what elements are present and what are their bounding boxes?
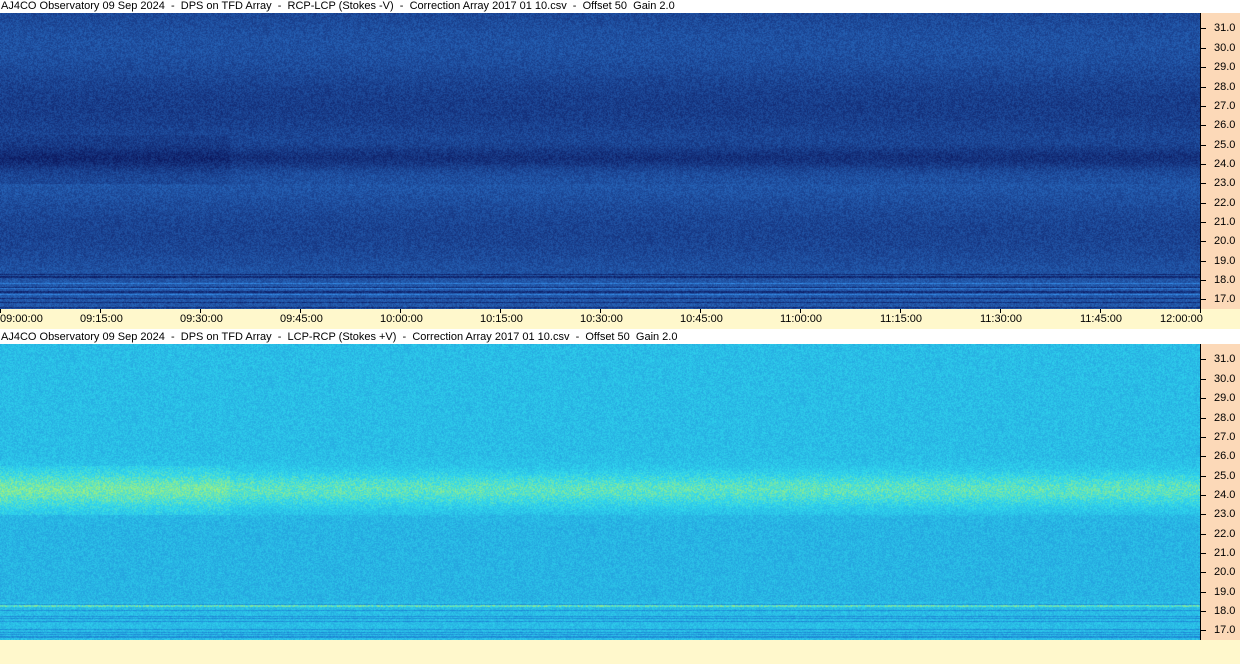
- y-tick-label: 22.0: [1214, 197, 1236, 209]
- y-tick: [1201, 592, 1206, 593]
- y-tick: [1201, 28, 1206, 29]
- panel-title-top: AJ4CO Observatory 09 Sep 2024 - DPS on T…: [0, 0, 1240, 13]
- y-tick: [1201, 553, 1206, 554]
- y-tick: [1201, 437, 1206, 438]
- x-tick-label: 11:30:00: [980, 313, 1023, 325]
- y-tick-label: 19.0: [1214, 255, 1236, 267]
- panel-title-bottom: AJ4CO Observatory 09 Sep 2024 - DPS on T…: [0, 331, 1240, 344]
- y-tick-label: 17.0: [1214, 293, 1236, 305]
- y-tick-label: 24.0: [1214, 158, 1236, 170]
- x-tick-label: 11:15:00: [880, 313, 923, 325]
- y-tick: [1201, 67, 1206, 68]
- y-tick: [1201, 495, 1206, 496]
- y-tick: [1201, 48, 1206, 49]
- y-tick-label: 23.0: [1214, 177, 1236, 189]
- y-tick: [1201, 476, 1206, 477]
- y-tick-label: 26.0: [1214, 119, 1236, 131]
- y-tick-label: 31.0: [1214, 22, 1236, 34]
- y-tick-label: 20.0: [1214, 235, 1236, 247]
- y-tick: [1201, 534, 1206, 535]
- y-tick-label: 23.0: [1214, 508, 1236, 520]
- y-tick-label: 28.0: [1214, 412, 1236, 424]
- y-tick: [1201, 379, 1206, 380]
- spectrogram-plot-bottom: [0, 344, 1200, 640]
- frequency-axis-bottom: 31.0 30.0 29.0 28.0 27.0 26.0 25.0 24.0 23.0 22.0…: [1200, 344, 1240, 640]
- y-tick-label: 18.0: [1214, 605, 1236, 617]
- spectrogram-image-bottom: [0, 344, 1200, 640]
- x-tick-label: 11:00:00: [780, 313, 823, 325]
- x-tick-label: 10:45:00: [680, 313, 723, 325]
- y-tick-label: 25.0: [1214, 139, 1236, 151]
- y-tick-label: 30.0: [1214, 42, 1236, 54]
- x-tick-label: 09:45:00: [280, 313, 323, 325]
- y-tick: [1201, 145, 1206, 146]
- y-tick-label: 18.0: [1214, 274, 1236, 286]
- y-tick-label: 19.0: [1214, 586, 1236, 598]
- y-tick-label: 22.0: [1214, 528, 1236, 540]
- y-tick: [1201, 630, 1206, 631]
- y-tick: [1201, 222, 1206, 223]
- y-tick-label: 31.0: [1214, 353, 1236, 365]
- y-tick: [1201, 261, 1206, 262]
- y-tick: [1201, 203, 1206, 204]
- time-axis-top: 09:00:00 09:15:00 09:30:00 09:45:00 10:00:00…: [0, 309, 1240, 329]
- y-tick: [1201, 280, 1206, 281]
- y-tick: [1201, 572, 1206, 573]
- y-tick-label: 26.0: [1214, 450, 1236, 462]
- y-tick-label: 27.0: [1214, 100, 1236, 112]
- x-tick-label: 09:15:00: [80, 313, 123, 325]
- y-tick-label: 29.0: [1214, 61, 1236, 73]
- y-tick-label: 28.0: [1214, 81, 1236, 93]
- y-tick: [1201, 611, 1206, 612]
- x-tick-label: 09:00:00: [0, 313, 43, 325]
- y-tick: [1201, 456, 1206, 457]
- y-tick: [1201, 241, 1206, 242]
- y-tick: [1201, 125, 1206, 126]
- y-tick-label: 24.0: [1214, 489, 1236, 501]
- spectrogram-panel-bottom: AJ4CO Observatory 09 Sep 2024 - DPS on T…: [0, 331, 1240, 641]
- y-tick-label: 20.0: [1214, 566, 1236, 578]
- y-tick: [1201, 299, 1206, 300]
- x-tick-label: 10:00:00: [380, 313, 423, 325]
- y-tick: [1201, 87, 1206, 88]
- y-tick-label: 29.0: [1214, 392, 1236, 404]
- spectrogram-image-top: [0, 13, 1200, 309]
- y-tick: [1201, 514, 1206, 515]
- y-tick: [1201, 183, 1206, 184]
- spectrogram-plot-top: [0, 13, 1200, 309]
- spectrogram-panel-top: AJ4CO Observatory 09 Sep 2024 - DPS on T…: [0, 0, 1240, 330]
- y-tick: [1201, 398, 1206, 399]
- x-tick-label: 09:30:00: [180, 313, 223, 325]
- frequency-axis-top: 31.0 30.0 29.0 28.0 27.0 26.0 25.0 24.0 23.0 22.0…: [1200, 13, 1240, 309]
- y-tick-label: 25.0: [1214, 470, 1236, 482]
- y-tick: [1201, 164, 1206, 165]
- y-tick-label: 21.0: [1214, 547, 1236, 559]
- y-tick-label: 27.0: [1214, 431, 1236, 443]
- status-footer: [0, 640, 1240, 664]
- y-tick-label: 17.0: [1214, 624, 1236, 636]
- y-tick-label: 30.0: [1214, 373, 1236, 385]
- x-tick-label: 12:00:00: [1160, 313, 1203, 325]
- x-tick-label: 10:30:00: [580, 313, 623, 325]
- x-tick-label: 10:15:00: [480, 313, 523, 325]
- y-tick: [1201, 359, 1206, 360]
- y-tick-label: 21.0: [1214, 216, 1236, 228]
- y-tick: [1201, 106, 1206, 107]
- x-tick-label: 11:45:00: [1080, 313, 1123, 325]
- y-tick: [1201, 418, 1206, 419]
